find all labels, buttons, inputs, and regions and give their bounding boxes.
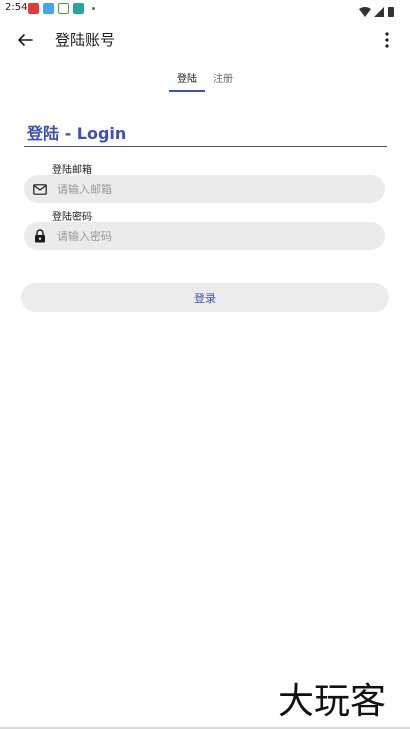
page-title: 登陆账号 (55, 31, 116, 49)
lock-icon (32, 228, 48, 244)
password-input[interactable] (57, 226, 377, 246)
more-options-button[interactable] (376, 27, 398, 53)
arrow-back-icon (18, 34, 33, 46)
login-button[interactable]: 登录 (21, 283, 389, 312)
notification-red-icon (28, 3, 39, 14)
tab-register[interactable]: 注册 (206, 70, 240, 85)
tab-indicator (169, 90, 205, 92)
app-green-icon (58, 3, 69, 14)
signal-icon (374, 7, 384, 17)
email-input[interactable] (57, 179, 377, 199)
back-button[interactable] (12, 27, 38, 53)
status-bar: 2:54 (0, 0, 410, 18)
password-label: 登陆密码 (52, 212, 92, 223)
dot-icon (92, 7, 95, 10)
app-blue-icon (43, 3, 54, 14)
watermark-logo: 大玩客 (278, 681, 387, 722)
app-teal-icon (73, 3, 84, 14)
email-label: 登陆邮箱 (52, 165, 92, 176)
status-time: 2:54 (5, 2, 28, 13)
battery-icon (388, 7, 394, 17)
app-bar: 登陆账号 (0, 20, 410, 58)
tab-bar: 登陆 注册 (0, 66, 410, 94)
password-field-container (24, 222, 385, 250)
more-vert-icon (385, 32, 389, 48)
tab-login[interactable]: 登陆 (170, 70, 204, 85)
heading-divider (24, 146, 387, 147)
email-field-container (24, 175, 385, 203)
login-heading: 登陆 - Login (27, 124, 127, 143)
mail-icon (32, 181, 48, 197)
wifi-icon (359, 7, 371, 17)
